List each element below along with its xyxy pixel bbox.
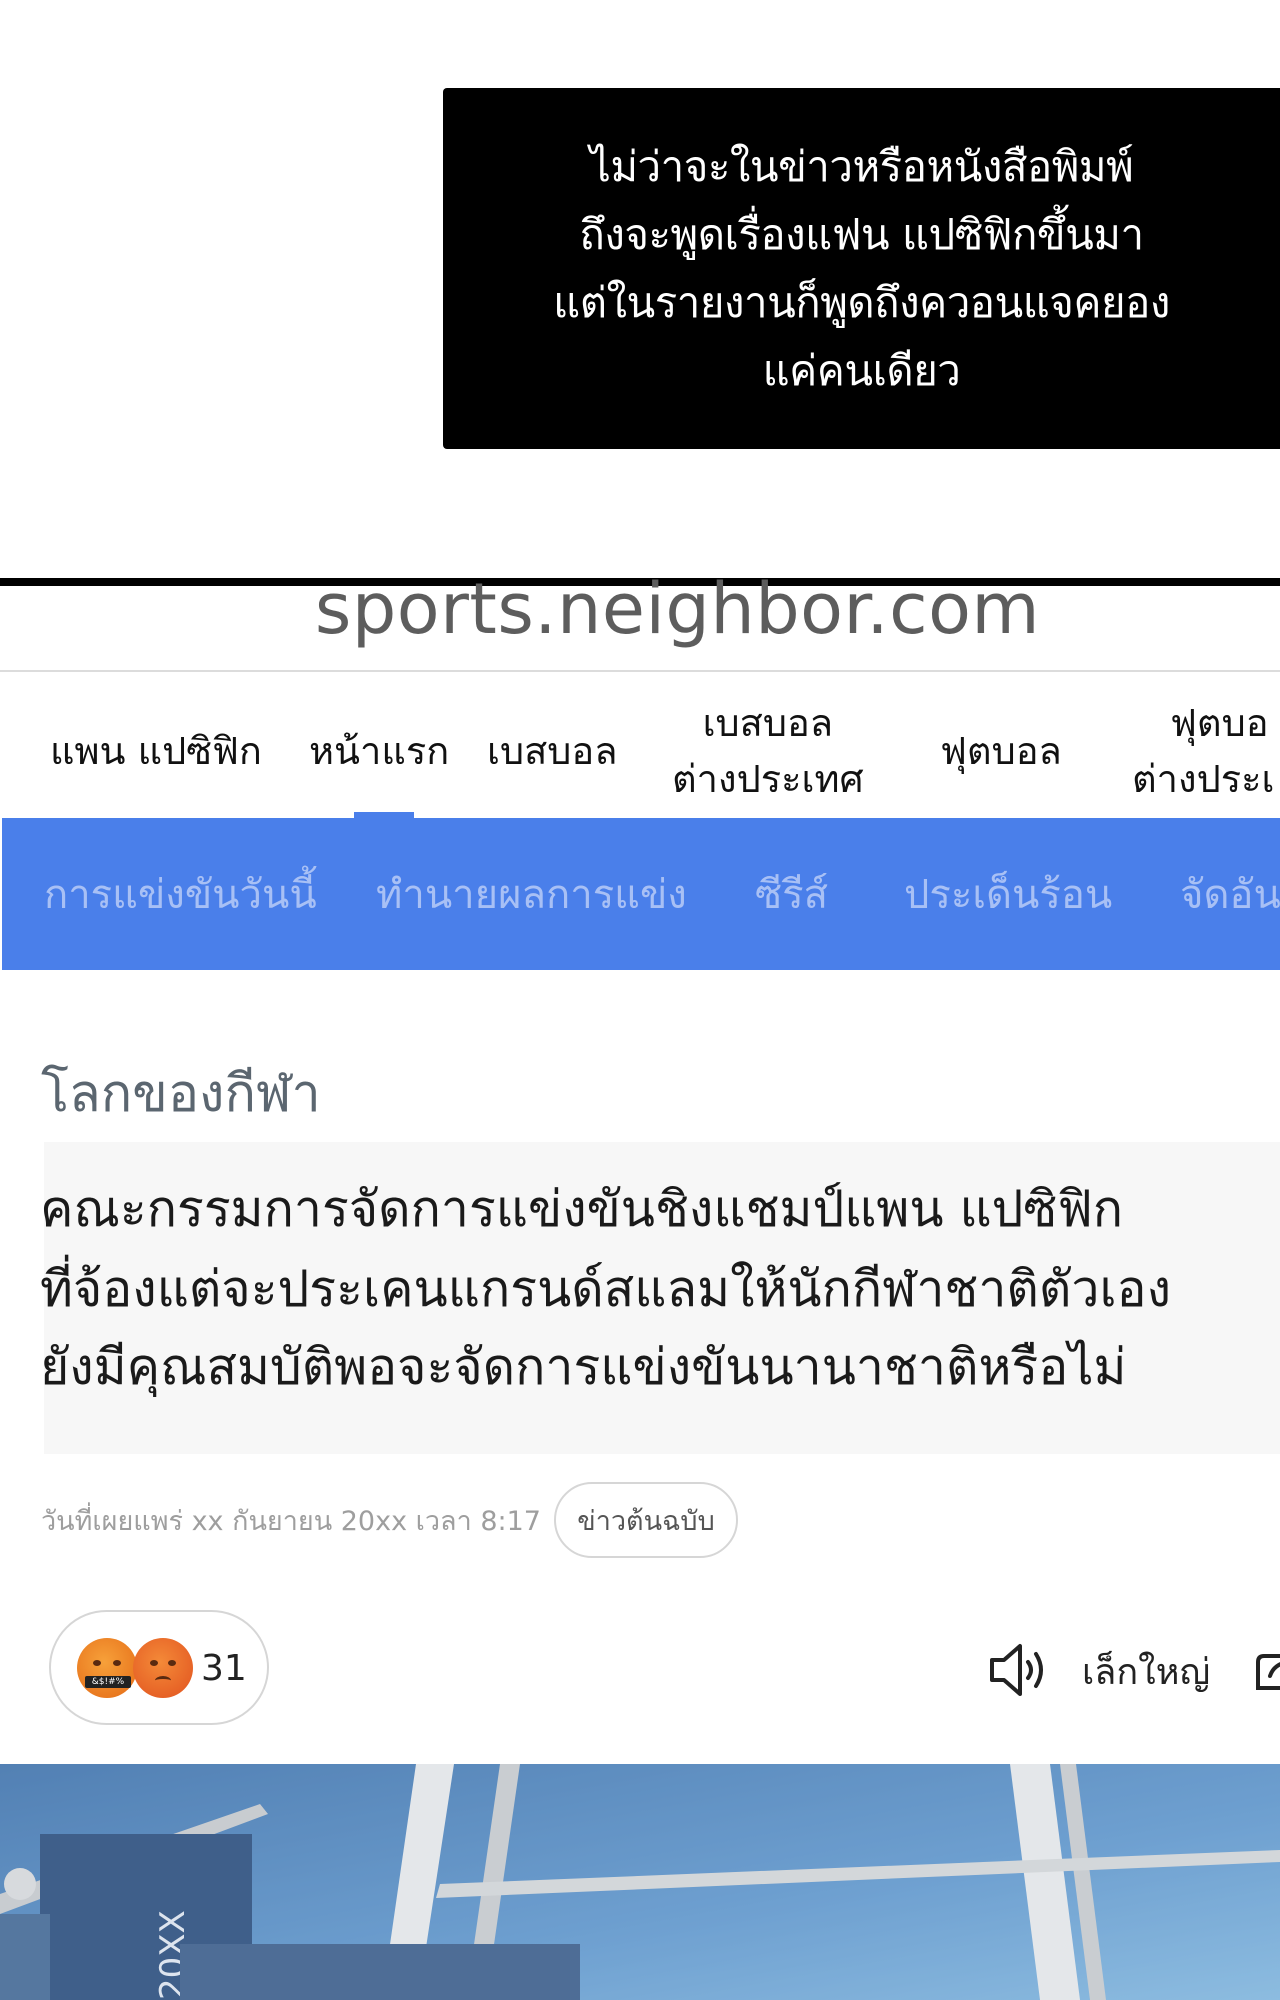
- emoji-eye: [150, 1660, 158, 1666]
- narration-line: ถึงจะพูดเรื่องแฟน แปซิฟิกขึ้นมา: [579, 209, 1144, 259]
- narration-box: ไม่ว่าจะในข่าวหรือหนังสือพิมพ์ ถึงจะพูดเ…: [443, 88, 1280, 449]
- nav-item-label: ต่างประเ: [1132, 757, 1275, 801]
- reaction-count: 31: [201, 1648, 247, 1689]
- subnav-item-rankings[interactable]: จัดอัน: [1180, 870, 1280, 920]
- narration-line: แต่ในรายงานก็พูดถึงควอนแจคยอง: [553, 277, 1170, 327]
- cursing-mask: &$!#%: [85, 1676, 131, 1688]
- emoji-mouth: [155, 1676, 171, 1685]
- angry-face-emoji-icon: [133, 1638, 193, 1698]
- subnav-item-predictions[interactable]: ทำนายผลการแข่ง: [376, 870, 687, 920]
- headline-line: ยังมีคุณสมบัติพอจะจัดการแข่งขันนานาชาติห…: [40, 1338, 1127, 1396]
- site-url[interactable]: sports.neighbor.com: [0, 574, 1280, 644]
- divider: [0, 670, 1280, 672]
- font-size-button[interactable]: เล็กใหญ่: [1082, 1650, 1210, 1696]
- emoji-eye: [113, 1660, 121, 1666]
- emoji-eye: [168, 1660, 176, 1666]
- nav-item-label: ฟุตบอ: [1170, 701, 1269, 745]
- subnav-item-series[interactable]: ซีรีส์: [755, 870, 828, 920]
- narration-line: แค่คนเดียว: [762, 345, 961, 395]
- publish-date: วันที่เผยแพร่ xx กันยายน 20xx เวลา 8:17: [41, 1506, 541, 1537]
- nav-item-intl-baseball[interactable]: เบสบอล ต่างประเทศ: [672, 692, 864, 810]
- speaker-icon[interactable]: [986, 1640, 1050, 1700]
- headline-line: ที่จ้องแต่จะประเคนแกรนด์สแลมให้นักกีฬาชา…: [40, 1260, 1171, 1318]
- nav-item-label: เบสบอล: [702, 701, 834, 745]
- subnav-item-today[interactable]: การแข่งขันวันนี้: [44, 870, 317, 920]
- nav-item-home[interactable]: หน้าแรก: [309, 692, 449, 810]
- emoji-eye: [93, 1660, 101, 1666]
- narration-line: ไม่ว่าจะในข่าวหรือหนังสือพิมพ์: [589, 141, 1134, 191]
- nav-item-pan-pacific[interactable]: แพน แปซิฟิก: [50, 692, 262, 810]
- headline-line: คณะกรรมการจัดการแข่งขันชิงแชมป์แพน แปซิฟ…: [40, 1180, 1124, 1238]
- angry-cursing-emoji-icon: &$!#%: [77, 1638, 137, 1698]
- nav-item-intl-football[interactable]: ฟุตบอ ต่างประเ: [1132, 692, 1275, 810]
- nav-item-baseball[interactable]: เบสบอล: [487, 692, 618, 810]
- share-icon[interactable]: [1252, 1648, 1280, 1692]
- subnav-item-hot-issues[interactable]: ประเด็นร้อน: [904, 870, 1112, 920]
- stadium-illustration: 20XX: [0, 1764, 1280, 2000]
- nav-item-label: ต่างประเทศ: [672, 757, 864, 801]
- section-label[interactable]: โลกของกีฬา: [41, 1062, 321, 1126]
- reaction-button[interactable]: &$!#% 31: [49, 1610, 269, 1725]
- original-article-button[interactable]: ข่าวต้นฉบับ: [554, 1482, 738, 1558]
- nav-item-football[interactable]: ฟุตบอล: [940, 692, 1062, 810]
